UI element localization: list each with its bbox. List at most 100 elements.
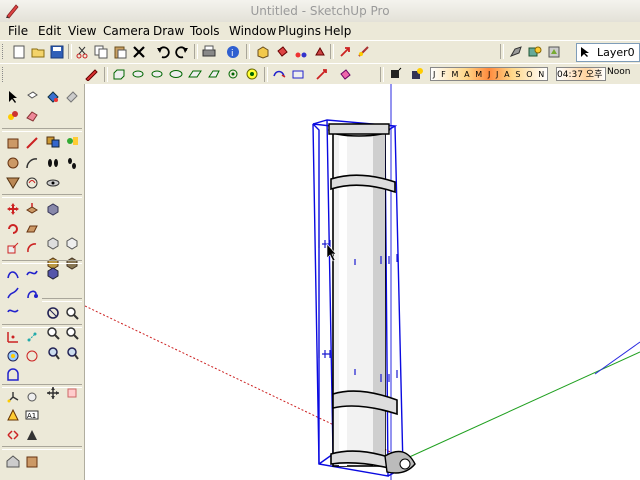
intersect-icon[interactable] <box>243 65 261 83</box>
layer-visibility-icon[interactable] <box>545 43 563 61</box>
sandbox-from-contours-icon[interactable] <box>4 264 22 282</box>
layer-dropdown[interactable]: Layer0 <box>576 43 640 62</box>
undo-icon[interactable] <box>154 43 172 61</box>
zoom-window-icon[interactable] <box>44 324 62 342</box>
orbit-icon[interactable] <box>44 200 62 218</box>
drawing-viewport[interactable] <box>85 84 640 480</box>
model-info-icon[interactable]: i <box>224 43 242 61</box>
model-canvas[interactable] <box>85 84 640 480</box>
make-component-icon[interactable] <box>254 43 272 61</box>
eraser-tool-icon[interactable] <box>63 88 81 106</box>
tape-measure-icon[interactable] <box>355 43 373 61</box>
line-icon[interactable] <box>23 134 41 152</box>
pan-icon[interactable] <box>44 304 62 322</box>
circle-icon[interactable] <box>148 65 166 83</box>
menu-window[interactable]: Window <box>229 24 276 38</box>
cut-icon[interactable] <box>73 43 91 61</box>
circle-icon[interactable] <box>4 154 22 172</box>
zoom-icon[interactable] <box>63 304 81 322</box>
layer-manager-icon[interactable] <box>507 43 525 61</box>
paint-icon[interactable] <box>336 65 354 83</box>
menu-camera[interactable]: Camera <box>103 24 150 38</box>
toolbar-grip[interactable] <box>2 44 6 59</box>
rectangle-tool-icon[interactable] <box>4 107 22 125</box>
3d-text-icon[interactable] <box>4 406 22 424</box>
select-icon[interactable] <box>4 88 22 106</box>
push-pull-icon[interactable] <box>23 200 41 218</box>
look-around-icon[interactable] <box>23 388 41 406</box>
copy-icon[interactable] <box>92 43 110 61</box>
drape-icon[interactable] <box>23 284 41 302</box>
arc-icon[interactable] <box>23 154 41 172</box>
rectangle-icon[interactable] <box>4 134 22 152</box>
next-view-icon[interactable] <box>63 344 81 362</box>
walk-tool-icon[interactable] <box>4 426 22 444</box>
scale-icon[interactable] <box>224 65 242 83</box>
axes-icon[interactable] <box>4 388 22 406</box>
wireframe-icon[interactable] <box>44 384 62 402</box>
warehouse-icon[interactable] <box>4 452 22 470</box>
follow-me-icon[interactable] <box>23 220 41 238</box>
save-icon[interactable] <box>48 43 66 61</box>
group-icon[interactable] <box>63 132 81 150</box>
previous-view-icon[interactable] <box>44 344 62 362</box>
component-icon[interactable] <box>526 43 544 61</box>
menu-edit[interactable]: Edit <box>38 24 61 38</box>
sandbox-icon[interactable] <box>270 65 288 83</box>
menu-plugins[interactable]: Plugins <box>278 24 321 38</box>
text-icon[interactable] <box>23 347 41 365</box>
scissors-icon[interactable] <box>292 43 310 61</box>
scale-icon[interactable] <box>4 239 22 257</box>
dimension-text-icon[interactable]: A1 <box>23 406 41 424</box>
rotate-icon[interactable] <box>4 220 22 238</box>
protractor-icon[interactable] <box>4 347 22 365</box>
shadow-toggle-icon[interactable] <box>408 65 426 83</box>
position-camera-icon[interactable] <box>44 174 62 192</box>
toolbar-grip[interactable] <box>2 67 6 82</box>
move-icon[interactable] <box>336 43 354 61</box>
print-icon[interactable] <box>200 43 218 61</box>
rotate-icon[interactable] <box>311 43 329 61</box>
tape-measure-icon[interactable] <box>4 328 22 346</box>
pencil-icon[interactable] <box>82 65 100 83</box>
shadow-settings-icon[interactable] <box>386 65 404 83</box>
top-view-icon[interactable] <box>63 234 81 252</box>
menu-tools[interactable]: Tools <box>190 24 220 38</box>
open-icon[interactable] <box>29 43 47 61</box>
stamp-icon[interactable] <box>313 65 331 83</box>
add-detail-icon[interactable] <box>4 302 22 320</box>
follow-me-icon[interactable] <box>205 65 223 83</box>
menu-draw[interactable]: Draw <box>153 24 184 38</box>
iso-view-icon[interactable] <box>44 234 62 252</box>
paste-icon[interactable] <box>111 43 129 61</box>
share-icon[interactable] <box>23 452 41 470</box>
back-view-icon[interactable] <box>44 264 62 282</box>
smoove-icon[interactable] <box>23 264 41 282</box>
cylinder-icon[interactable] <box>129 65 147 83</box>
polygon-icon[interactable] <box>167 65 185 83</box>
shadow-month-slider[interactable]: J F M A M J J A S O N D <box>430 67 548 93</box>
menu-file[interactable]: File <box>8 24 28 38</box>
menu-help[interactable]: Help <box>324 24 351 38</box>
new-icon[interactable] <box>10 43 28 61</box>
erase-icon[interactable] <box>130 43 148 61</box>
freehand-icon[interactable] <box>23 174 41 192</box>
footprint-icon[interactable] <box>44 154 62 172</box>
make-component-tool-icon[interactable] <box>23 88 41 106</box>
section-plane-icon[interactable] <box>4 366 22 384</box>
shaded-icon[interactable] <box>23 426 41 444</box>
push-pull-icon[interactable] <box>110 65 128 83</box>
polygon-icon[interactable] <box>4 174 22 192</box>
hidden-line-icon[interactable] <box>63 384 81 402</box>
drape-icon[interactable] <box>289 65 307 83</box>
offset-icon[interactable] <box>23 239 41 257</box>
dimension-icon[interactable] <box>23 328 41 346</box>
menu-view[interactable]: View <box>68 24 96 38</box>
redo-icon[interactable] <box>173 43 191 61</box>
move-icon[interactable] <box>4 200 22 218</box>
paint-bucket-icon[interactable] <box>273 43 291 61</box>
eraser-icon[interactable] <box>23 107 41 125</box>
walk-icon[interactable] <box>63 154 81 172</box>
paint-bucket-tool-icon[interactable] <box>44 88 62 106</box>
stamp-icon[interactable] <box>4 284 22 302</box>
